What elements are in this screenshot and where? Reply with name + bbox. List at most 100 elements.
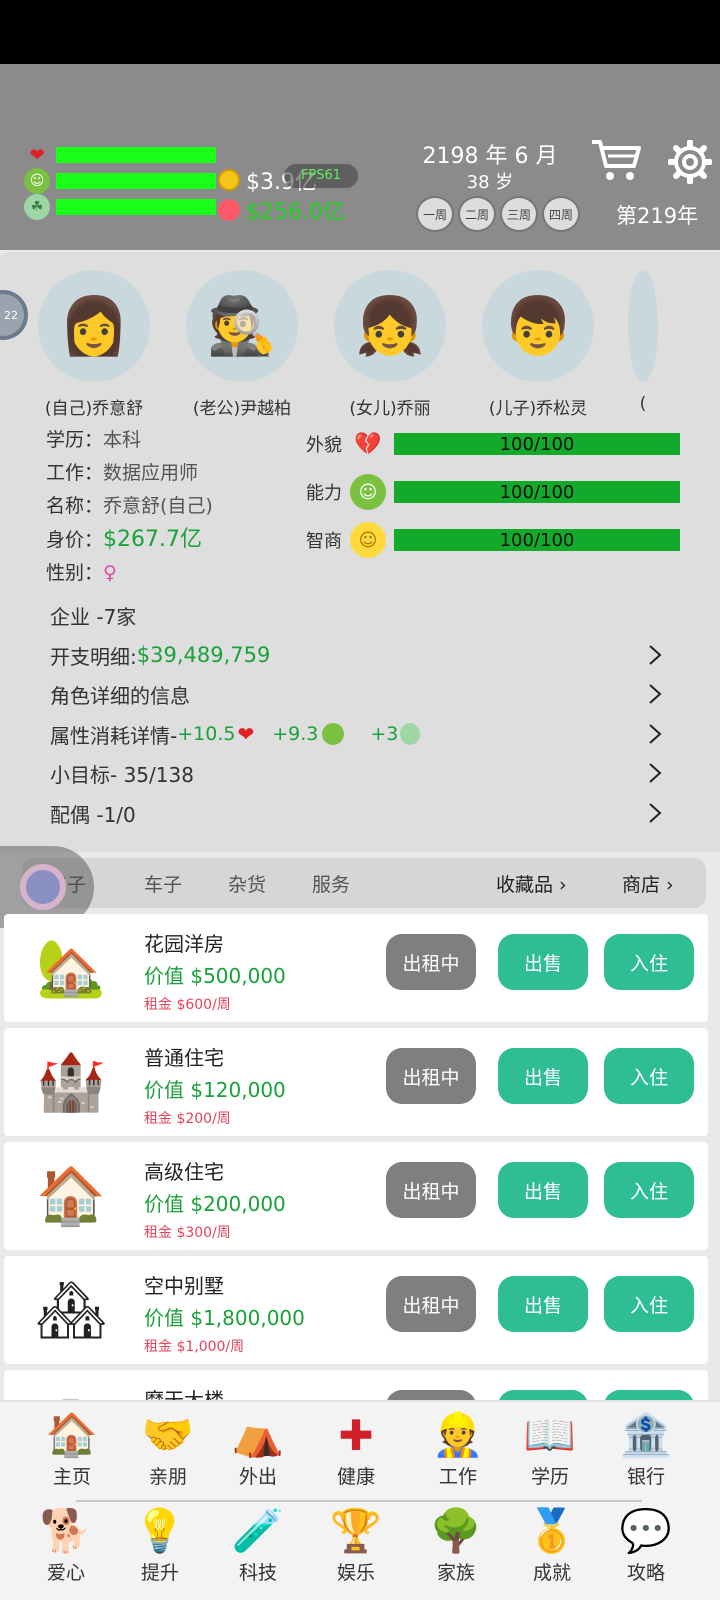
nav-label: 工作	[438, 1466, 477, 1488]
name-value: 乔意舒(自己)	[103, 495, 213, 517]
name-row: 名称：乔意舒(自己)	[46, 490, 213, 523]
member-name: (	[639, 394, 647, 414]
move-in-button[interactable]: 入住	[604, 1162, 694, 1218]
red-house-icon: 🏠	[36, 1164, 106, 1229]
family-member[interactable]: 🕵 (老公)尹越柏	[184, 270, 300, 419]
chevron-right-icon	[649, 802, 662, 823]
company-text: 企业 -7家	[50, 605, 137, 630]
green-face-icon	[322, 723, 345, 746]
girl-avatar: 👧	[334, 270, 446, 382]
nav-home[interactable]: 🏠 主页	[32, 1408, 112, 1489]
week-1-button[interactable]: 一周	[416, 196, 454, 232]
job-row: 工作：数据应用师	[46, 457, 213, 490]
nav-outing[interactable]: ⛺ 外出	[218, 1408, 298, 1489]
education-value: 本科	[103, 429, 142, 451]
renting-button[interactable]: 出租中	[386, 1048, 476, 1104]
property-rent: 租金 $200/周	[144, 1111, 231, 1127]
attr-bar: 100/100	[394, 529, 680, 551]
expense-value: $39,489,759	[136, 643, 271, 668]
tips-icon: 💬	[619, 1506, 673, 1555]
move-in-button[interactable]: 入住	[604, 1048, 694, 1104]
nav-friends[interactable]: 🤝 亲朋	[128, 1408, 208, 1489]
nav-love[interactable]: 🐕 爱心	[26, 1504, 106, 1585]
week-2-button[interactable]: 二周	[458, 196, 496, 232]
bulb-icon: 💡	[133, 1506, 187, 1555]
education-label: 学历：	[46, 429, 104, 451]
property-rent: 租金 $1,000/周	[144, 1339, 245, 1355]
education-row: 学历：本科	[46, 424, 213, 457]
nav-label: 爱心	[46, 1562, 85, 1584]
fps-counter: FPS61	[284, 164, 358, 188]
tab-collection[interactable]: 收藏品 ›	[496, 870, 567, 897]
nav-label: 科技	[238, 1562, 277, 1584]
week-3-button[interactable]: 三周	[500, 196, 538, 232]
sell-button[interactable]: 出售	[498, 934, 588, 990]
sell-button[interactable]: 出售	[498, 1162, 588, 1218]
tab-shop[interactable]: 商店 ›	[622, 870, 674, 897]
nav-label: 提升	[140, 1562, 179, 1584]
age: 38 岁	[466, 172, 514, 193]
family-member[interactable]: 👩 (自己)乔意舒	[36, 270, 152, 419]
expense-row[interactable]: 开支明细: $39,489,759	[50, 636, 680, 676]
family-member[interactable]: 👧 (女儿)乔丽	[332, 270, 448, 419]
property-card: 🏘 空中别墅 价值 $1,800,000 租金 $1,000/周 出租中 出售 …	[4, 1256, 708, 1364]
character-info-row[interactable]: 角色详细的信息	[50, 675, 680, 715]
nav-health[interactable]: ✚ 健康	[316, 1408, 396, 1489]
sell-button[interactable]: 出售	[498, 1048, 588, 1104]
job-value: 数据应用师	[103, 462, 199, 484]
spouse-row[interactable]: 配偶 -1/0	[50, 794, 680, 834]
tab-car[interactable]: 车子	[144, 870, 182, 897]
scientist-icon: 🧪	[231, 1506, 285, 1555]
gear-icon[interactable]	[668, 140, 712, 184]
castle-icon: 🏰	[36, 1050, 106, 1115]
appearance-attr: 外貌 💔 100/100	[306, 420, 680, 468]
nav-family[interactable]: 🌳 家族	[416, 1504, 496, 1585]
family-member[interactable]: (	[628, 270, 658, 419]
week-buttons: 一周 二周 三周 四周	[416, 196, 580, 232]
week-4-button[interactable]: 四周	[542, 196, 580, 232]
ability-attr: 能力 ☺ 100/100	[306, 468, 680, 516]
move-in-button[interactable]: 入住	[604, 1276, 694, 1332]
cart-icon[interactable]	[590, 136, 642, 184]
character-info-label: 角色详细的信息	[50, 684, 190, 709]
nav-label: 主页	[52, 1466, 91, 1488]
worth-value: $267.7亿	[103, 527, 202, 552]
nav-tech[interactable]: 🧪 科技	[218, 1504, 298, 1585]
game-date: 2198 年 6 月	[422, 144, 558, 169]
nav-guide[interactable]: 💬 攻略	[606, 1504, 686, 1585]
tab-service[interactable]: 服务	[312, 870, 350, 897]
green-face-icon: ☺	[350, 474, 386, 510]
boy-glasses-avatar: 👦	[482, 270, 594, 382]
consume-row[interactable]: 属性消耗详情- +10.5 ❤ +9.3 +3	[50, 715, 680, 755]
woman-avatar: 👩	[38, 270, 150, 382]
tab-goods[interactable]: 杂货	[228, 870, 266, 897]
property-price: 价值 $200,000	[144, 1192, 286, 1216]
family-member[interactable]: 👦 (儿子)乔松灵	[480, 270, 596, 419]
smile-face-icon: ☺	[350, 522, 386, 558]
attribute-bars: 外貌 💔 100/100 能力 ☺ 100/100 智商 ☺ 100/100	[306, 420, 680, 564]
renting-button[interactable]: 出租中	[386, 1276, 476, 1332]
goal-row[interactable]: 小目标- 35/138	[50, 754, 680, 794]
handshake-icon: 🤝	[141, 1410, 195, 1459]
renting-button[interactable]: 出租中	[386, 934, 476, 990]
name-label: 名称：	[46, 495, 104, 517]
brain-stat: ☘	[24, 194, 216, 220]
face-icon: ☺	[24, 168, 50, 194]
nav-work[interactable]: 👷 工作	[418, 1408, 498, 1489]
nav-upgrade[interactable]: 💡 提升	[120, 1504, 200, 1585]
property-price: 价值 $120,000	[144, 1078, 286, 1102]
female-icon: ♀	[103, 562, 117, 584]
move-in-button[interactable]: 入住	[604, 934, 694, 990]
side-badge[interactable]: 22	[0, 290, 28, 340]
worth-label: 身价：	[46, 529, 104, 551]
renting-button[interactable]: 出租中	[386, 1162, 476, 1218]
expense-label: 开支明细:	[50, 644, 137, 669]
consume-ability: +9.3	[272, 723, 319, 746]
home-icon: 🏠	[45, 1410, 99, 1459]
sell-button[interactable]: 出售	[498, 1276, 588, 1332]
nav-bank[interactable]: 🏦 银行	[606, 1408, 686, 1489]
nav-achievement[interactable]: 🥇 成就	[512, 1504, 592, 1585]
nav-entertainment[interactable]: 🏆 娱乐	[316, 1504, 396, 1585]
nav-education[interactable]: 📖 学历	[510, 1408, 590, 1489]
nav-label: 娱乐	[336, 1562, 375, 1584]
